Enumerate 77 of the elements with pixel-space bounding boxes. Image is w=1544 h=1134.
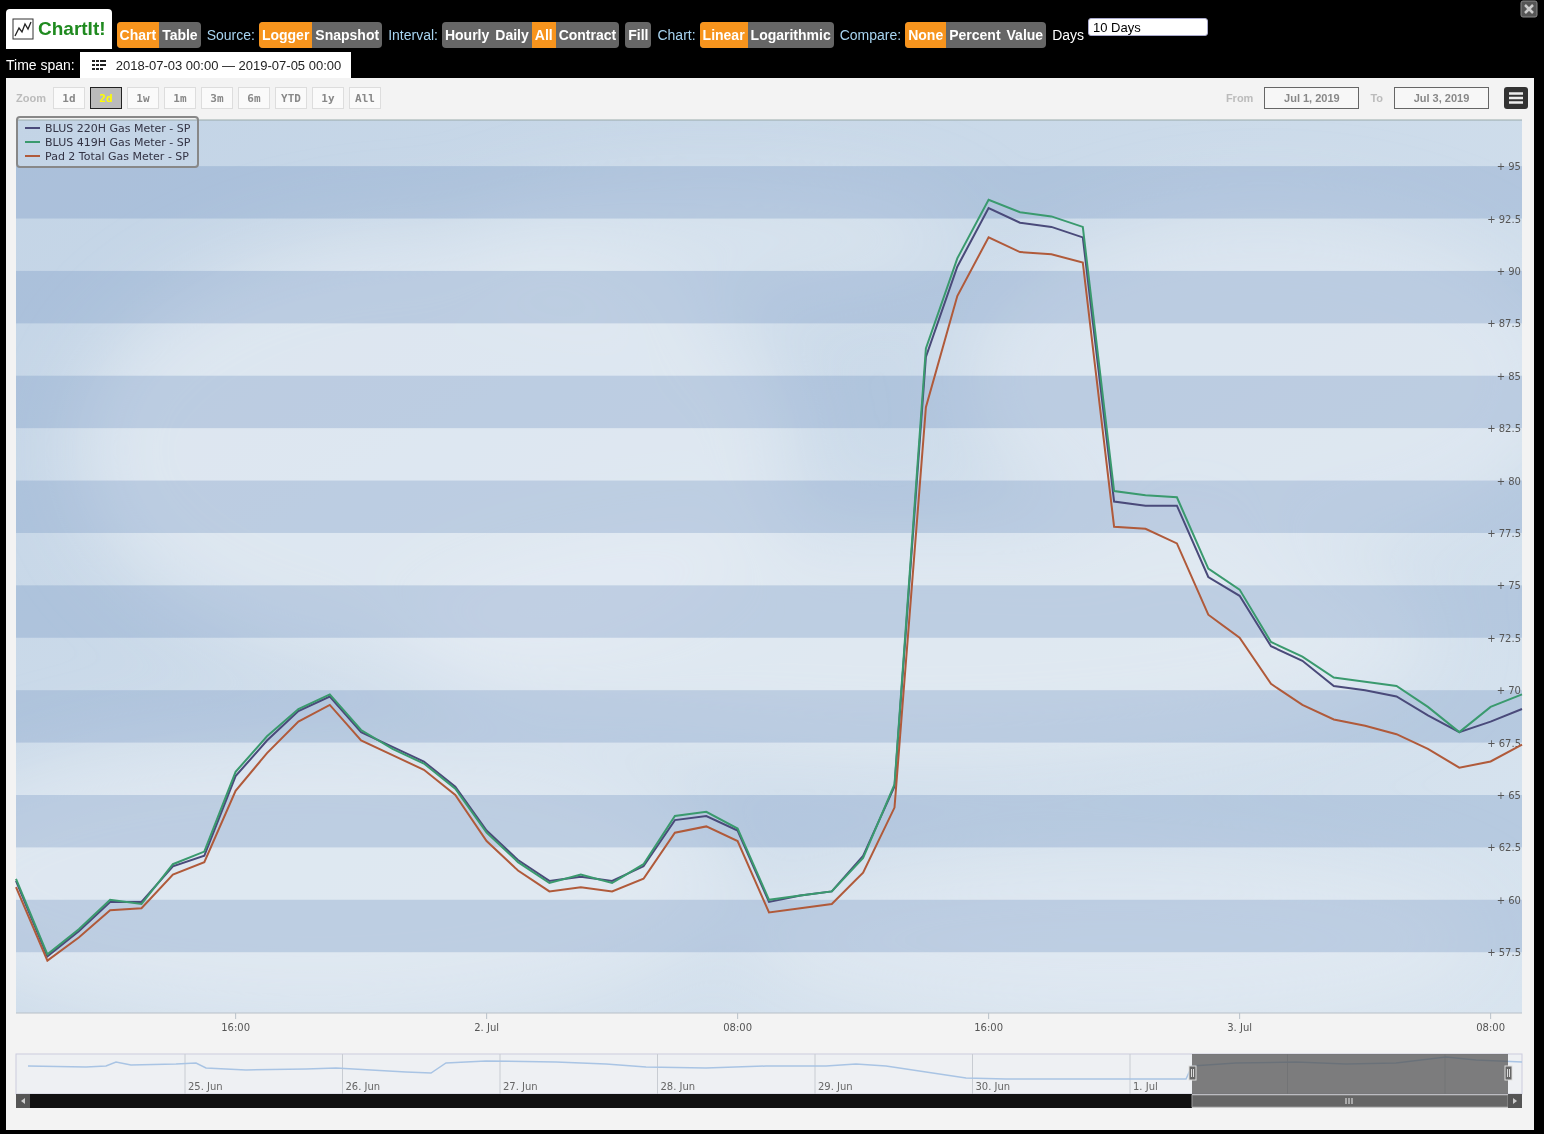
zoom-label: Zoom — [16, 92, 46, 104]
scrollbar-thumb[interactable] — [1191, 1094, 1509, 1108]
axis-label: + 57.5 — [1487, 947, 1521, 959]
axis-label: + 62.5 — [1487, 842, 1521, 854]
days-field[interactable]: 10 Days — [1088, 18, 1209, 36]
to-date-field[interactable]: Jul 3, 2019 — [1394, 87, 1489, 109]
axis-label: 25. Jun — [188, 1081, 223, 1092]
zoom-button[interactable]: 3m — [200, 87, 233, 109]
toolbar-label: Source: — [206, 27, 255, 43]
axis-label: 16:00 — [221, 1022, 251, 1033]
app-logo: ChartIt! — [6, 9, 112, 49]
axis-label: 2. Jul — [474, 1022, 499, 1033]
axis-label: + 75 — [1496, 580, 1521, 592]
toggle-button[interactable]: Table — [159, 22, 201, 48]
toolbar-label: Interval: — [388, 27, 438, 43]
axis-label: + 70 — [1496, 685, 1521, 697]
axis-label: 1. Jul — [1133, 1081, 1158, 1092]
axis-label: + 60 — [1496, 894, 1521, 906]
axis-label: 26. Jun — [345, 1081, 381, 1092]
toggle-button[interactable]: Daily — [492, 22, 532, 48]
zoom-button[interactable]: 2d — [89, 87, 122, 109]
axis-label: 3. Jul — [1227, 1022, 1252, 1033]
calendar-icon[interactable] — [91, 60, 106, 70]
axis-label: 28. Jun — [660, 1081, 696, 1092]
zoom-button[interactable]: 1d — [52, 87, 85, 109]
toggle-button[interactable]: Snapshot — [312, 22, 383, 48]
axis-label: 27. Jun — [503, 1081, 538, 1092]
zoom-button[interactable]: 1w — [126, 87, 159, 109]
close-icon[interactable] — [1520, 0, 1538, 18]
axis-label: + 92.5 — [1487, 213, 1521, 225]
legend-label[interactable]: Pad 2 Total Gas Meter - SP — [45, 149, 189, 163]
axis-label: + 77.5 — [1487, 527, 1521, 539]
axis-label: + 85 — [1496, 370, 1521, 382]
from-date-field[interactable]: Jul 1, 2019 — [1264, 87, 1360, 109]
to-label: To — [1370, 92, 1383, 104]
zoom-button[interactable]: 1m — [163, 87, 196, 109]
axis-label: 08:00 — [723, 1022, 753, 1033]
axis-label: 29. Jun — [818, 1081, 853, 1092]
scroll-right-button[interactable] — [1508, 1094, 1522, 1108]
toggle-button[interactable]: Fill — [625, 22, 652, 48]
scroll-left-button[interactable] — [16, 1094, 30, 1108]
legend-label[interactable]: BLUS 220H Gas Meter - SP — [45, 121, 191, 135]
axis-label: + 65 — [1496, 790, 1521, 801]
axis-label: + 80 — [1496, 475, 1521, 487]
zoom-button[interactable]: All — [348, 87, 381, 109]
toggle-button[interactable]: Value — [1003, 22, 1047, 48]
toggle-button[interactable]: Linear — [699, 22, 748, 48]
toggle-button[interactable]: Hourly — [441, 22, 493, 48]
menu-button[interactable] — [1504, 87, 1528, 109]
toolbar-label: Compare: — [839, 27, 902, 43]
zoom-button[interactable]: 6m — [237, 87, 270, 109]
axis-label: + 95 — [1496, 161, 1521, 173]
menu-icon[interactable] — [1508, 92, 1524, 104]
axis-label: + 72.5 — [1487, 632, 1521, 644]
axis-label: + 82.5 — [1487, 423, 1521, 435]
toolbar-label: Chart: — [657, 27, 696, 43]
days-label: Days — [1052, 27, 1085, 43]
toggle-button[interactable]: Percent — [946, 22, 1004, 48]
axis-label: 30. Jun — [975, 1081, 1011, 1092]
toggle-button[interactable]: Chart — [116, 22, 160, 48]
axis-label: + 87.5 — [1487, 318, 1521, 330]
zoom-button[interactable]: YTD — [274, 87, 307, 109]
from-label: From — [1225, 92, 1254, 104]
axis-label: + 90 — [1496, 265, 1521, 277]
toggle-button[interactable]: Logger — [258, 22, 313, 48]
range-handle[interactable] — [1188, 1065, 1197, 1081]
axis-label: 16:00 — [974, 1022, 1004, 1033]
toggle-button[interactable]: Logarithmic — [747, 22, 834, 48]
toggle-button[interactable]: All — [531, 22, 556, 48]
range-handle[interactable] — [1504, 1065, 1513, 1081]
zoom-button[interactable]: 1y — [311, 87, 344, 109]
legend-label[interactable]: BLUS 419H Gas Meter - SP — [45, 135, 191, 149]
time-span-label: Time span: — [6, 57, 75, 73]
time-span-value: 2018-07-03 00:00 — 2019-07-05 00:00 — [115, 57, 342, 73]
axis-label: 08:00 — [1476, 1022, 1506, 1033]
toggle-button[interactable]: None — [905, 22, 947, 48]
toggle-button[interactable]: Contract — [555, 22, 620, 48]
